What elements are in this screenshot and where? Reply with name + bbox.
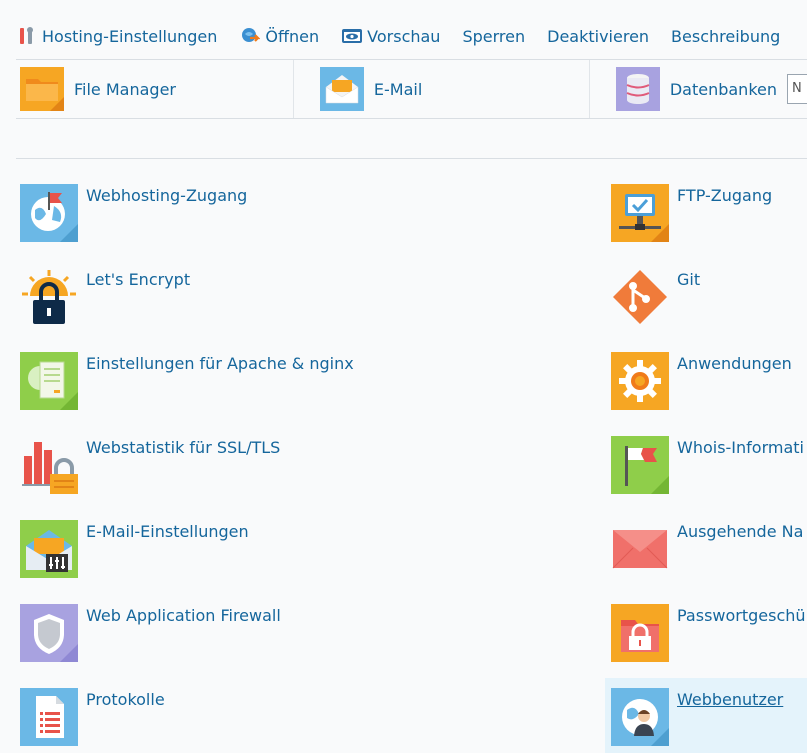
tool-label: E-Mail-Einstellungen	[86, 522, 249, 541]
tool-email-settings[interactable]: E-Mail-Einstellungen	[20, 516, 580, 586]
databases-shortcut[interactable]: Datenbanken N	[590, 60, 807, 118]
whois-flag-icon	[611, 436, 669, 494]
shortcut-bar: File Manager E-Mail Datenbanken N	[16, 60, 807, 118]
email-label: E-Mail	[373, 79, 423, 99]
open-link[interactable]: Öffnen	[239, 25, 319, 47]
open-globe-icon	[239, 25, 261, 47]
lock-sun-icon	[22, 270, 76, 324]
tool-web-users[interactable]: Webbenutzer	[605, 678, 807, 753]
tool-label: Git	[677, 270, 701, 289]
tool-whois-information[interactable]: Whois-Informati	[611, 432, 807, 502]
preview-label: Vorschau	[367, 26, 441, 46]
tool-webhosting-access[interactable]: Webhosting-Zugang	[20, 180, 580, 250]
tool-logs[interactable]: Protokolle	[20, 684, 580, 753]
tool-label: Einstellungen für Apache & nginx	[86, 354, 354, 373]
folder-lock-icon	[611, 604, 669, 662]
tool-password-protected[interactable]: Passwortgeschü	[611, 600, 807, 670]
preview-link[interactable]: Vorschau	[341, 25, 440, 47]
folder-icon	[20, 67, 64, 111]
description-label: Beschreibung	[671, 26, 781, 46]
document-log-icon	[20, 688, 78, 746]
wrench-icon	[16, 25, 38, 47]
file-manager-label: File Manager	[74, 79, 176, 99]
git-icon	[613, 270, 667, 324]
tool-label: Protokolle	[86, 690, 165, 709]
tool-label: FTP-Zugang	[677, 186, 773, 205]
tool-label: Anwendungen	[677, 354, 792, 373]
tool-label: Webstatistik für SSL/TLS	[86, 438, 281, 457]
top-toolbar: Hosting-Einstellungen Öffnen Vorschau Sp…	[16, 14, 807, 58]
lock-link[interactable]: Sperren	[462, 27, 525, 46]
envelope-icon	[612, 530, 668, 569]
hosting-panel: Hosting-Einstellungen Öffnen Vorschau Sp…	[0, 0, 807, 753]
shield-icon	[20, 604, 78, 662]
tool-apache-nginx[interactable]: Einstellungen für Apache & nginx	[20, 348, 580, 418]
description-link[interactable]: Beschreibung	[671, 27, 780, 46]
eye-icon	[341, 25, 363, 47]
hosting-settings-label: Hosting-Einstellungen	[42, 26, 218, 46]
hosting-settings-link[interactable]: Hosting-Einstellungen	[16, 25, 217, 47]
search-input[interactable]: N	[787, 74, 807, 104]
mail-settings-icon	[20, 520, 78, 578]
deactivate-link[interactable]: Deaktivieren	[547, 27, 649, 46]
ftp-monitor-icon	[611, 184, 669, 242]
web-user-icon	[611, 688, 669, 746]
tool-lets-encrypt[interactable]: Let's Encrypt	[20, 264, 580, 334]
globe-flag-icon	[20, 184, 78, 242]
stats-lock-icon	[22, 442, 78, 494]
tool-ftp-access[interactable]: FTP-Zugang	[611, 180, 807, 250]
tool-outgoing-messages[interactable]: Ausgehende Na	[611, 516, 807, 586]
gear-icon	[611, 352, 669, 410]
mail-icon	[319, 67, 364, 111]
email-shortcut[interactable]: E-Mail	[294, 60, 590, 118]
tool-applications[interactable]: Anwendungen	[611, 348, 807, 418]
divider	[16, 118, 807, 119]
tool-git[interactable]: Git	[611, 264, 807, 334]
tool-label: Web Application Firewall	[86, 606, 281, 625]
databases-label: Datenbanken	[669, 79, 777, 99]
tool-label: Let's Encrypt	[86, 270, 191, 289]
tool-label: Passwortgeschü	[677, 606, 806, 625]
tool-label: Ausgehende Na	[677, 522, 804, 541]
database-icon	[615, 67, 660, 111]
server-config-icon	[20, 352, 78, 410]
tool-web-statistics-ssl[interactable]: Webstatistik für SSL/TLS	[20, 432, 580, 502]
file-manager-shortcut[interactable]: File Manager	[16, 60, 294, 118]
open-label: Öffnen	[265, 26, 320, 46]
tool-label: Webbenutzer	[677, 690, 784, 709]
deactivate-label: Deaktivieren	[547, 26, 650, 46]
tool-label: Webhosting-Zugang	[86, 186, 248, 205]
divider	[16, 158, 807, 159]
tool-label: Whois-Informati	[677, 438, 804, 457]
tool-web-application-firewall[interactable]: Web Application Firewall	[20, 600, 580, 670]
lock-label: Sperren	[462, 26, 526, 46]
